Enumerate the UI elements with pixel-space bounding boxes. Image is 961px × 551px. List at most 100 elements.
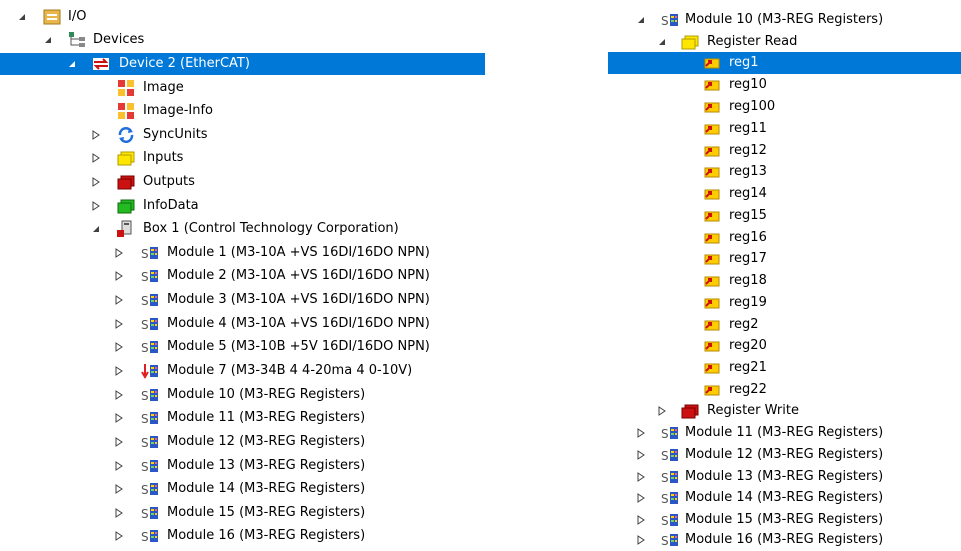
register-write-folder-icon	[681, 402, 699, 420]
expand-arrow-icon[interactable]	[657, 406, 667, 416]
expand-arrow-icon[interactable]	[114, 437, 124, 447]
expand-arrow-icon[interactable]	[114, 342, 124, 352]
tree-item-register[interactable]: reg20	[608, 335, 961, 357]
tree-item-module[interactable]: S Module 14 (M3-REG Registers)	[0, 478, 485, 500]
tree-item-register[interactable]: reg19	[608, 292, 961, 314]
tree-item-module10[interactable]: S Module 10 (M3-REG Registers)	[608, 9, 961, 31]
tree-item-device2[interactable]: Device 2 (EtherCAT)	[0, 53, 485, 75]
tree-item-label: Device 2 (EtherCAT)	[119, 56, 250, 71]
tree-item-box1[interactable]: Box 1 (Control Technology Corporation)	[0, 218, 485, 240]
expand-arrow-icon[interactable]	[91, 177, 101, 187]
expand-arrow-icon[interactable]	[114, 319, 124, 329]
tree-item-module[interactable]: S Module 15 (M3-REG Registers)	[0, 502, 485, 524]
expand-arrow-icon[interactable]	[636, 428, 646, 438]
module-icon: S	[141, 386, 159, 404]
collapse-arrow-icon[interactable]	[43, 35, 53, 45]
register-variable-icon	[703, 294, 721, 312]
tree-item-label: Module 15 (M3-REG Registers)	[685, 512, 884, 527]
tree-item-module[interactable]: S Module 14 (M3-REG Registers)	[608, 487, 961, 509]
tree-item-io[interactable]: I/O	[0, 6, 485, 28]
tree-item-module[interactable]: S Module 4 (M3-10A +VS 16DI/16DO NPN)	[0, 313, 485, 335]
tree-item-label: InfoData	[143, 198, 199, 213]
collapse-arrow-icon[interactable]	[636, 15, 646, 25]
tree-item-register-read[interactable]: Register Read	[608, 31, 961, 53]
tree-item-register[interactable]: reg2	[608, 314, 961, 336]
module-icon: S	[141, 527, 159, 545]
expand-arrow-icon[interactable]	[114, 271, 124, 281]
expand-arrow-icon[interactable]	[114, 295, 124, 305]
collapse-arrow-icon[interactable]	[91, 224, 101, 234]
tree-item-register[interactable]: reg17	[608, 248, 961, 270]
tree-item-label: reg19	[729, 295, 767, 310]
module-icon: S	[141, 338, 159, 356]
register-read-folder-icon	[681, 33, 699, 51]
expand-arrow-icon[interactable]	[636, 472, 646, 482]
io-folder-icon	[43, 8, 61, 26]
tree-item-register[interactable]: reg15	[608, 205, 961, 227]
tree-item-outputs[interactable]: Outputs	[0, 171, 485, 193]
expand-arrow-icon[interactable]	[636, 493, 646, 503]
tree-item-module[interactable]: S Module 13 (M3-REG Registers)	[608, 466, 961, 488]
tree-item-module[interactable]: Module 7 (M3-34B 4 4-20ma 4 0-10V)	[0, 360, 485, 382]
tree-item-label: Module 12 (M3-REG Registers)	[167, 434, 366, 449]
module-icon: S	[661, 468, 679, 486]
tree-item-module[interactable]: S Module 11 (M3-REG Registers)	[0, 407, 485, 429]
tree-item-module[interactable]: S Module 13 (M3-REG Registers)	[0, 455, 485, 477]
tree-item-module[interactable]: S Module 16 (M3-REG Registers)	[608, 529, 961, 551]
expand-arrow-icon[interactable]	[114, 508, 124, 518]
collapse-arrow-icon[interactable]	[17, 12, 27, 22]
tree-item-module[interactable]: S Module 11 (M3-REG Registers)	[608, 422, 961, 444]
tree-item-image[interactable]: Image	[0, 77, 485, 99]
collapse-arrow-icon[interactable]	[67, 59, 77, 69]
tree-item-module[interactable]: S Module 2 (M3-10A +VS 16DI/16DO NPN)	[0, 265, 485, 287]
tree-item-register-write[interactable]: Register Write	[608, 400, 961, 422]
expand-arrow-icon[interactable]	[114, 531, 124, 541]
tree-item-register[interactable]: reg16	[608, 227, 961, 249]
tree-item-module[interactable]: S Module 12 (M3-REG Registers)	[608, 444, 961, 466]
expand-arrow-icon[interactable]	[114, 248, 124, 258]
tree-item-module[interactable]: S Module 16 (M3-REG Registers)	[0, 525, 485, 547]
expand-arrow-icon[interactable]	[636, 535, 646, 545]
register-variable-icon	[703, 337, 721, 355]
tree-item-register[interactable]: reg18	[608, 270, 961, 292]
tree-item-register[interactable]: reg13	[608, 161, 961, 183]
svg-text:S: S	[141, 270, 149, 284]
register-variable-icon	[703, 163, 721, 181]
svg-text:S: S	[141, 341, 149, 355]
expand-arrow-icon[interactable]	[91, 201, 101, 211]
tree-item-devices[interactable]: Devices	[0, 29, 485, 51]
tree-item-register[interactable]: reg21	[608, 357, 961, 379]
tree-item-module[interactable]: S Module 3 (M3-10A +VS 16DI/16DO NPN)	[0, 289, 485, 311]
expand-arrow-icon[interactable]	[114, 484, 124, 494]
tree-item-register[interactable]: reg11	[608, 118, 961, 140]
expand-arrow-icon[interactable]	[91, 153, 101, 163]
tree-item-register[interactable]: reg12	[608, 140, 961, 162]
tree-item-module[interactable]: S Module 5 (M3-10B +5V 16DI/16DO NPN)	[0, 336, 485, 358]
tree-item-label: Module 11 (M3-REG Registers)	[685, 425, 884, 440]
expand-arrow-icon[interactable]	[636, 515, 646, 525]
tree-item-module[interactable]: S Module 1 (M3-10A +VS 16DI/16DO NPN)	[0, 242, 485, 264]
tree-item-inputs[interactable]: Inputs	[0, 147, 485, 169]
tree-item-register[interactable]: reg22	[608, 379, 961, 401]
tree-item-register[interactable]: reg100	[608, 96, 961, 118]
tree-item-register[interactable]: reg10	[608, 74, 961, 96]
expand-arrow-icon[interactable]	[91, 130, 101, 140]
tree-item-infodata[interactable]: InfoData	[0, 195, 485, 217]
tree-item-register[interactable]: reg1	[608, 52, 961, 74]
collapse-arrow-icon[interactable]	[657, 37, 667, 47]
ethercat-device-icon	[92, 55, 110, 73]
expand-arrow-icon[interactable]	[636, 450, 646, 460]
expand-arrow-icon[interactable]	[114, 366, 124, 376]
tree-item-register[interactable]: reg14	[608, 183, 961, 205]
tree-item-module[interactable]: S Module 10 (M3-REG Registers)	[0, 384, 485, 406]
tree-item-syncunits[interactable]: SyncUnits	[0, 124, 485, 146]
tree-item-label: reg18	[729, 273, 767, 288]
tree-item-module[interactable]: S Module 12 (M3-REG Registers)	[0, 431, 485, 453]
svg-text:S: S	[141, 483, 149, 497]
tree-item-label: reg1	[729, 55, 759, 70]
tree-item-image-info[interactable]: Image-Info	[0, 100, 485, 122]
tree-item-module[interactable]: S Module 15 (M3-REG Registers)	[608, 509, 961, 531]
expand-arrow-icon[interactable]	[114, 461, 124, 471]
expand-arrow-icon[interactable]	[114, 413, 124, 423]
expand-arrow-icon[interactable]	[114, 390, 124, 400]
